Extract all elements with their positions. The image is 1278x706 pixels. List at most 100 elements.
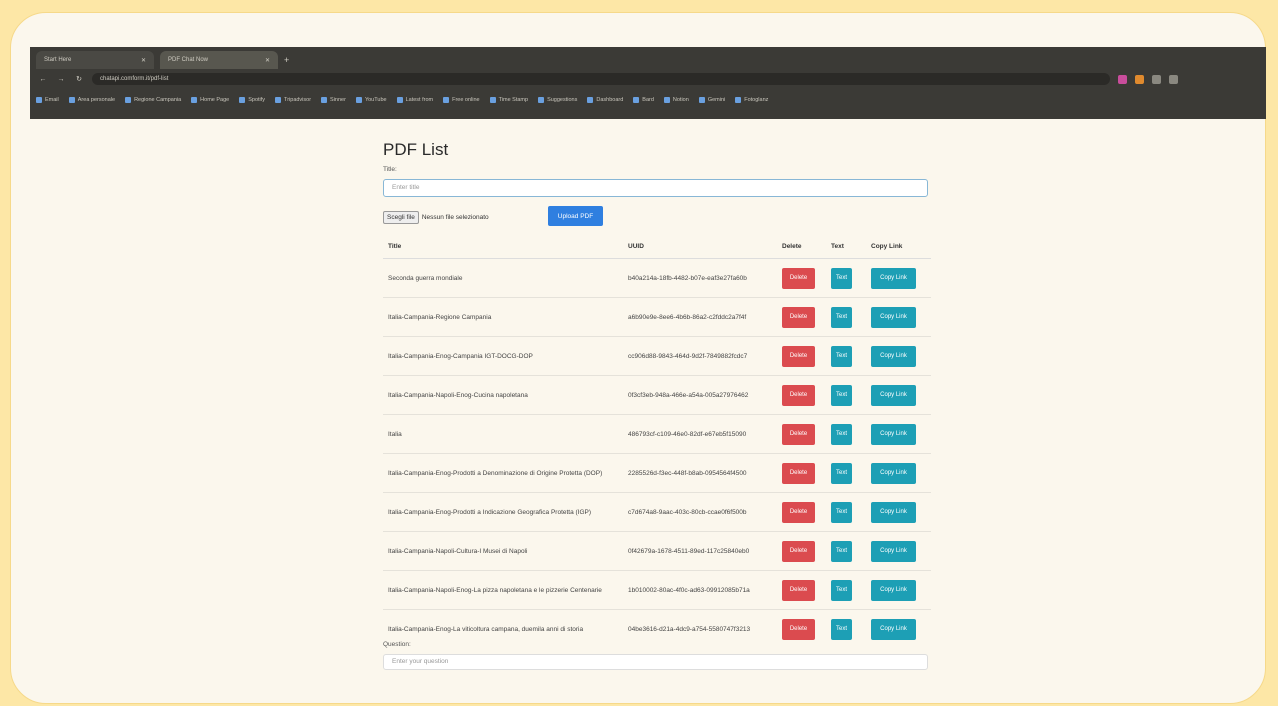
- copy-link-button[interactable]: Copy Link: [871, 267, 916, 289]
- row-title: Italia-Campania-Enog-Campania IGT-DOCG-D…: [383, 336, 627, 376]
- extension-icon[interactable]: [1118, 74, 1127, 84]
- copy-cell: Copy Link: [870, 531, 931, 571]
- bookmark-item[interactable]: Dashboard: [587, 97, 623, 103]
- bookmark-item[interactable]: Bard: [633, 97, 654, 103]
- extension-icon[interactable]: [1152, 74, 1161, 84]
- text-button[interactable]: Text: [831, 384, 852, 406]
- row-uuid: a6b90e9e-8ee6-4b6b-86a2-c2fddc2a7f4f: [627, 297, 781, 337]
- bookmark-icon: [489, 97, 496, 103]
- forward-icon[interactable]: →: [56, 76, 66, 83]
- copy-link-button[interactable]: Copy Link: [871, 345, 916, 367]
- column-header-copy-link: Copy Link: [870, 234, 931, 259]
- question-label: Question:: [383, 641, 411, 648]
- choose-file-button[interactable]: Scegli file: [383, 211, 419, 224]
- bookmark-item[interactable]: Fotoglanz: [735, 97, 768, 103]
- bookmark-item[interactable]: Home Page: [191, 97, 229, 103]
- bookmark-icon: [36, 97, 42, 103]
- table-row: Italia-Campania-Napoli-Enog-La pizza nap…: [383, 570, 931, 610]
- text-button[interactable]: Text: [831, 345, 852, 367]
- browser-chrome: Start Here ✕ PDF Chat Now ✕ + ← → ↻ chat…: [30, 47, 1266, 119]
- bookmark-item[interactable]: YouTube: [355, 97, 387, 103]
- extension-icon[interactable]: [1135, 74, 1144, 84]
- bookmark-icon: [191, 97, 198, 103]
- file-chooser[interactable]: Scegli file Nessun file selezionato: [383, 211, 489, 224]
- bookmark-icon: [587, 97, 594, 103]
- text-button[interactable]: Text: [831, 618, 852, 640]
- bookmark-item[interactable]: Regione Campania: [125, 97, 181, 103]
- text-button[interactable]: Text: [831, 579, 852, 601]
- delete-button[interactable]: Delete: [782, 540, 815, 562]
- bookmark-item[interactable]: Email: [36, 97, 59, 103]
- copy-cell: Copy Link: [870, 570, 931, 610]
- delete-button[interactable]: Delete: [782, 423, 815, 445]
- bookmark-item[interactable]: Free online: [443, 97, 480, 103]
- bookmark-item[interactable]: Area personale: [68, 97, 115, 103]
- delete-button[interactable]: Delete: [782, 384, 815, 406]
- upload-pdf-button[interactable]: Upload PDF: [548, 206, 603, 226]
- title-input[interactable]: Enter title: [383, 179, 928, 197]
- browser-tab-pdf-chat[interactable]: PDF Chat Now ✕: [160, 51, 278, 69]
- bookmark-item[interactable]: Sinner: [321, 97, 346, 103]
- delete-cell: Delete: [781, 570, 830, 610]
- copy-link-button[interactable]: Copy Link: [871, 501, 916, 523]
- address-text: chatapi.comform.it/pdf-list: [100, 76, 169, 82]
- table-row: Italia-Campania-Enog-Prodotti a Denomina…: [383, 453, 931, 493]
- back-icon[interactable]: ←: [38, 76, 48, 83]
- bookmark-item[interactable]: Gemini: [698, 97, 725, 103]
- text-button[interactable]: Text: [831, 462, 852, 484]
- row-title: Italia-Campania-Napoli-Cultura-I Musei d…: [383, 531, 627, 571]
- copy-link-button[interactable]: Copy Link: [871, 384, 916, 406]
- copy-link-button[interactable]: Copy Link: [871, 306, 916, 328]
- row-title: Italia: [383, 414, 627, 454]
- delete-button[interactable]: Delete: [782, 618, 815, 640]
- copy-link-button[interactable]: Copy Link: [871, 462, 916, 484]
- browser-tab-start[interactable]: Start Here ✕: [36, 51, 154, 69]
- question-input[interactable]: Enter your question: [383, 654, 928, 670]
- bookmark-item[interactable]: Time Stamp: [489, 97, 528, 103]
- row-title: Italia-Campania-Enog-La viticoltura camp…: [383, 609, 627, 648]
- text-button[interactable]: Text: [831, 540, 852, 562]
- table-row: Italia-Campania-Napoli-Enog-Cucina napol…: [383, 375, 931, 415]
- text-cell: Text: [830, 414, 870, 454]
- delete-button[interactable]: Delete: [782, 345, 815, 367]
- bookmark-icon: [663, 97, 670, 103]
- delete-button[interactable]: Delete: [782, 462, 815, 484]
- text-button[interactable]: Text: [831, 306, 852, 328]
- close-icon[interactable]: ✕: [141, 57, 146, 64]
- text-button[interactable]: Text: [831, 267, 852, 289]
- table-header-row: Title UUID Delete Text Copy Link: [383, 234, 931, 259]
- table-row: Italia-Campania-Enog-La viticoltura camp…: [383, 609, 931, 648]
- delete-cell: Delete: [781, 609, 830, 648]
- text-button[interactable]: Text: [831, 423, 852, 445]
- bookmark-item[interactable]: Spotify: [239, 97, 265, 103]
- table-row: Italia-Campania-Enog-Prodotti a Indicazi…: [383, 492, 931, 532]
- download-icon[interactable]: [1169, 74, 1178, 84]
- delete-button[interactable]: Delete: [782, 501, 815, 523]
- bookmark-item[interactable]: Latest from: [396, 97, 433, 103]
- delete-button[interactable]: Delete: [782, 579, 815, 601]
- new-tab-icon[interactable]: +: [284, 51, 289, 69]
- delete-cell: Delete: [781, 375, 830, 415]
- copy-cell: Copy Link: [870, 297, 931, 337]
- bookmark-item[interactable]: Suggestions: [538, 97, 577, 103]
- row-uuid: b40a214a-18fb-4482-b07e-eaf3e27fa60b: [627, 258, 781, 298]
- row-uuid: 486793cf-c109-46e0-82df-e67eb5f15090: [627, 414, 781, 454]
- bookmark-icon: [239, 97, 246, 103]
- reload-icon[interactable]: ↻: [74, 75, 84, 83]
- copy-link-button[interactable]: Copy Link: [871, 540, 916, 562]
- bookmarks-bar: Email Area personale Regione Campania Ho…: [30, 89, 1266, 111]
- text-cell: Text: [830, 258, 870, 298]
- close-icon[interactable]: ✕: [265, 57, 270, 64]
- text-button[interactable]: Text: [831, 501, 852, 523]
- delete-button[interactable]: Delete: [782, 306, 815, 328]
- row-uuid: 0f42679a-1678-4511-89ed-117c25840eb0: [627, 531, 781, 571]
- bookmark-item[interactable]: Notion: [663, 97, 689, 103]
- delete-button[interactable]: Delete: [782, 267, 815, 289]
- copy-link-button[interactable]: Copy Link: [871, 618, 916, 640]
- address-bar[interactable]: chatapi.comform.it/pdf-list: [92, 73, 1110, 85]
- copy-link-button[interactable]: Copy Link: [871, 579, 916, 601]
- copy-link-button[interactable]: Copy Link: [871, 423, 916, 445]
- bookmark-item[interactable]: Tripadvisor: [275, 97, 311, 103]
- delete-cell: Delete: [781, 492, 830, 532]
- text-cell: Text: [830, 336, 870, 376]
